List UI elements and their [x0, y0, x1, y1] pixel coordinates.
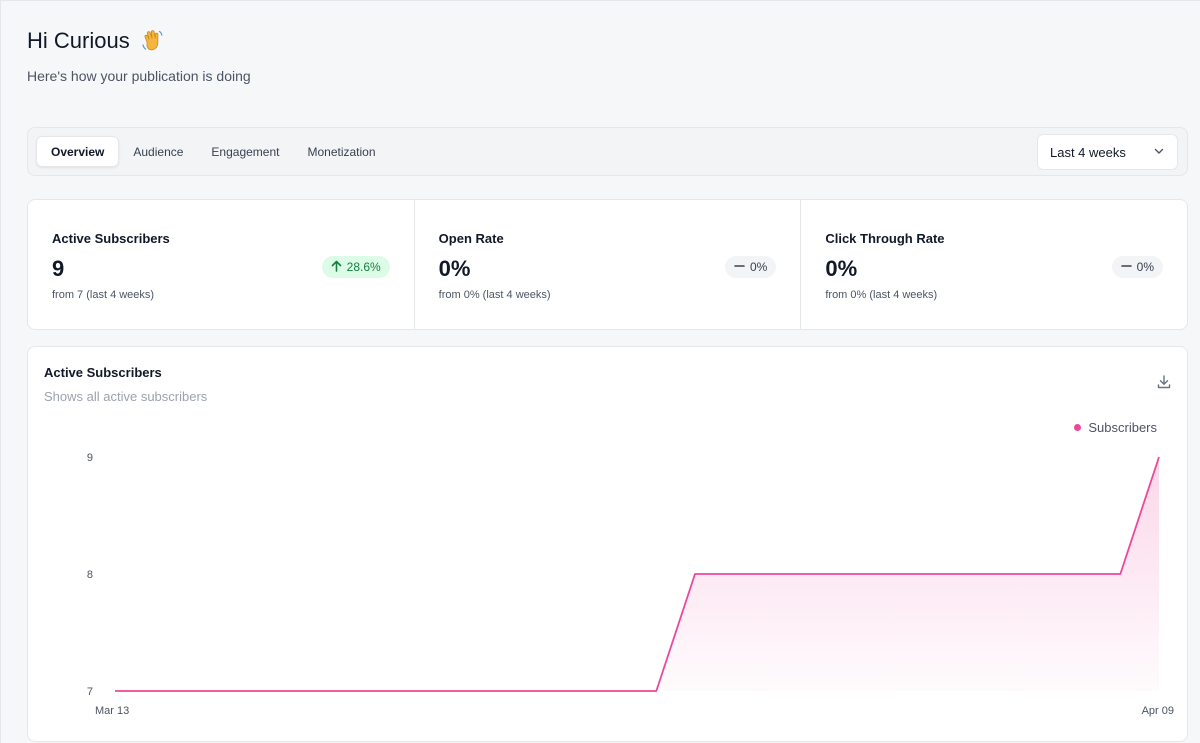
- data-point[interactable]: [652, 687, 660, 695]
- data-point[interactable]: [111, 687, 119, 695]
- greeting-text: Hi Curious: [27, 28, 130, 53]
- stat-comparison: from 0% (last 4 weeks): [438, 289, 551, 301]
- stat-label: Open Rate: [438, 231, 504, 246]
- data-point[interactable]: [304, 687, 312, 695]
- greeting-heading: Hi Curious: [27, 28, 166, 54]
- data-point[interactable]: [730, 570, 738, 578]
- stat-value: 9: [52, 256, 65, 281]
- data-point[interactable]: [420, 687, 428, 695]
- data-point[interactable]: [1155, 453, 1163, 461]
- stat-comparison: from 7 (last 4 weeks): [52, 289, 155, 301]
- data-point[interactable]: [1078, 570, 1086, 578]
- waving-hand-icon: [140, 28, 166, 54]
- subscribers-chart: 7 8 9 Mar 13 Apr 09: [87, 452, 1174, 717]
- data-point[interactable]: [266, 687, 274, 695]
- x-tick-label: Apr 09: [1142, 705, 1174, 717]
- data-point[interactable]: [459, 687, 467, 695]
- data-point[interactable]: [382, 687, 390, 695]
- y-tick-label: 7: [87, 686, 93, 698]
- dashboard-page: Hi Curious Here's how your publication i…: [0, 0, 1200, 743]
- change-value: 0%: [1136, 260, 1155, 274]
- data-point[interactable]: [227, 687, 235, 695]
- data-point[interactable]: [768, 570, 776, 578]
- data-point[interactable]: [614, 687, 622, 695]
- data-point[interactable]: [962, 570, 970, 578]
- data-point[interactable]: [1000, 570, 1008, 578]
- stat-open-rate: Open Rate 0% from 0% (last 4 weeks) 0%: [415, 200, 802, 329]
- arrow-up-icon: [331, 260, 342, 275]
- x-tick-label: Mar 13: [95, 705, 129, 717]
- minus-icon: [1120, 260, 1132, 275]
- chevron-down-icon: [1153, 145, 1165, 160]
- data-point[interactable]: [498, 687, 506, 695]
- stat-active-subscribers: Active Subscribers 9 from 7 (last 4 week…: [28, 200, 415, 329]
- data-point[interactable]: [1116, 570, 1124, 578]
- y-tick-label: 9: [87, 452, 93, 464]
- stat-value: 0%: [825, 256, 858, 281]
- data-point[interactable]: [575, 687, 583, 695]
- change-badge: 28.6%: [321, 256, 390, 278]
- data-point[interactable]: [343, 687, 351, 695]
- date-range-select[interactable]: Last 4 weeks: [1037, 134, 1178, 170]
- stat-comparison: from 0% (last 4 weeks): [825, 289, 938, 301]
- tab-audience[interactable]: Audience: [119, 136, 197, 167]
- tab-list: Overview Audience Engagement Monetizatio…: [36, 136, 390, 167]
- change-value: 0%: [750, 260, 768, 274]
- data-point[interactable]: [536, 687, 544, 695]
- stat-value: 0%: [438, 256, 471, 281]
- stats-panel: Active Subscribers 9 from 7 (last 4 week…: [27, 199, 1188, 330]
- stat-label: Click Through Rate: [825, 231, 945, 246]
- stat-label: Active Subscribers: [52, 231, 170, 246]
- tab-monetization[interactable]: Monetization: [293, 136, 389, 167]
- tab-overview[interactable]: Overview: [36, 136, 120, 167]
- minus-icon: [734, 260, 745, 275]
- subscribers-chart-card: Active Subscribers Shows all active subs…: [27, 346, 1188, 742]
- data-point[interactable]: [923, 570, 931, 578]
- data-point[interactable]: [691, 570, 699, 578]
- y-tick-label: 8: [87, 569, 93, 581]
- stat-click-through-rate: Click Through Rate 0% from 0% (last 4 we…: [801, 200, 1187, 329]
- data-point[interactable]: [188, 687, 196, 695]
- change-badge: 0%: [725, 256, 777, 278]
- data-point[interactable]: [807, 570, 815, 578]
- tab-bar: Overview Audience Engagement Monetizatio…: [27, 127, 1188, 176]
- data-point[interactable]: [150, 687, 158, 695]
- data-point[interactable]: [884, 570, 892, 578]
- data-point[interactable]: [1039, 570, 1047, 578]
- data-point[interactable]: [846, 570, 854, 578]
- page-subtitle: Here's how your publication is doing: [27, 68, 251, 84]
- date-range-value: Last 4 weeks: [1050, 144, 1126, 160]
- change-badge: 0%: [1111, 256, 1164, 278]
- change-value: 28.6%: [346, 260, 381, 274]
- tab-engagement[interactable]: Engagement: [197, 136, 293, 167]
